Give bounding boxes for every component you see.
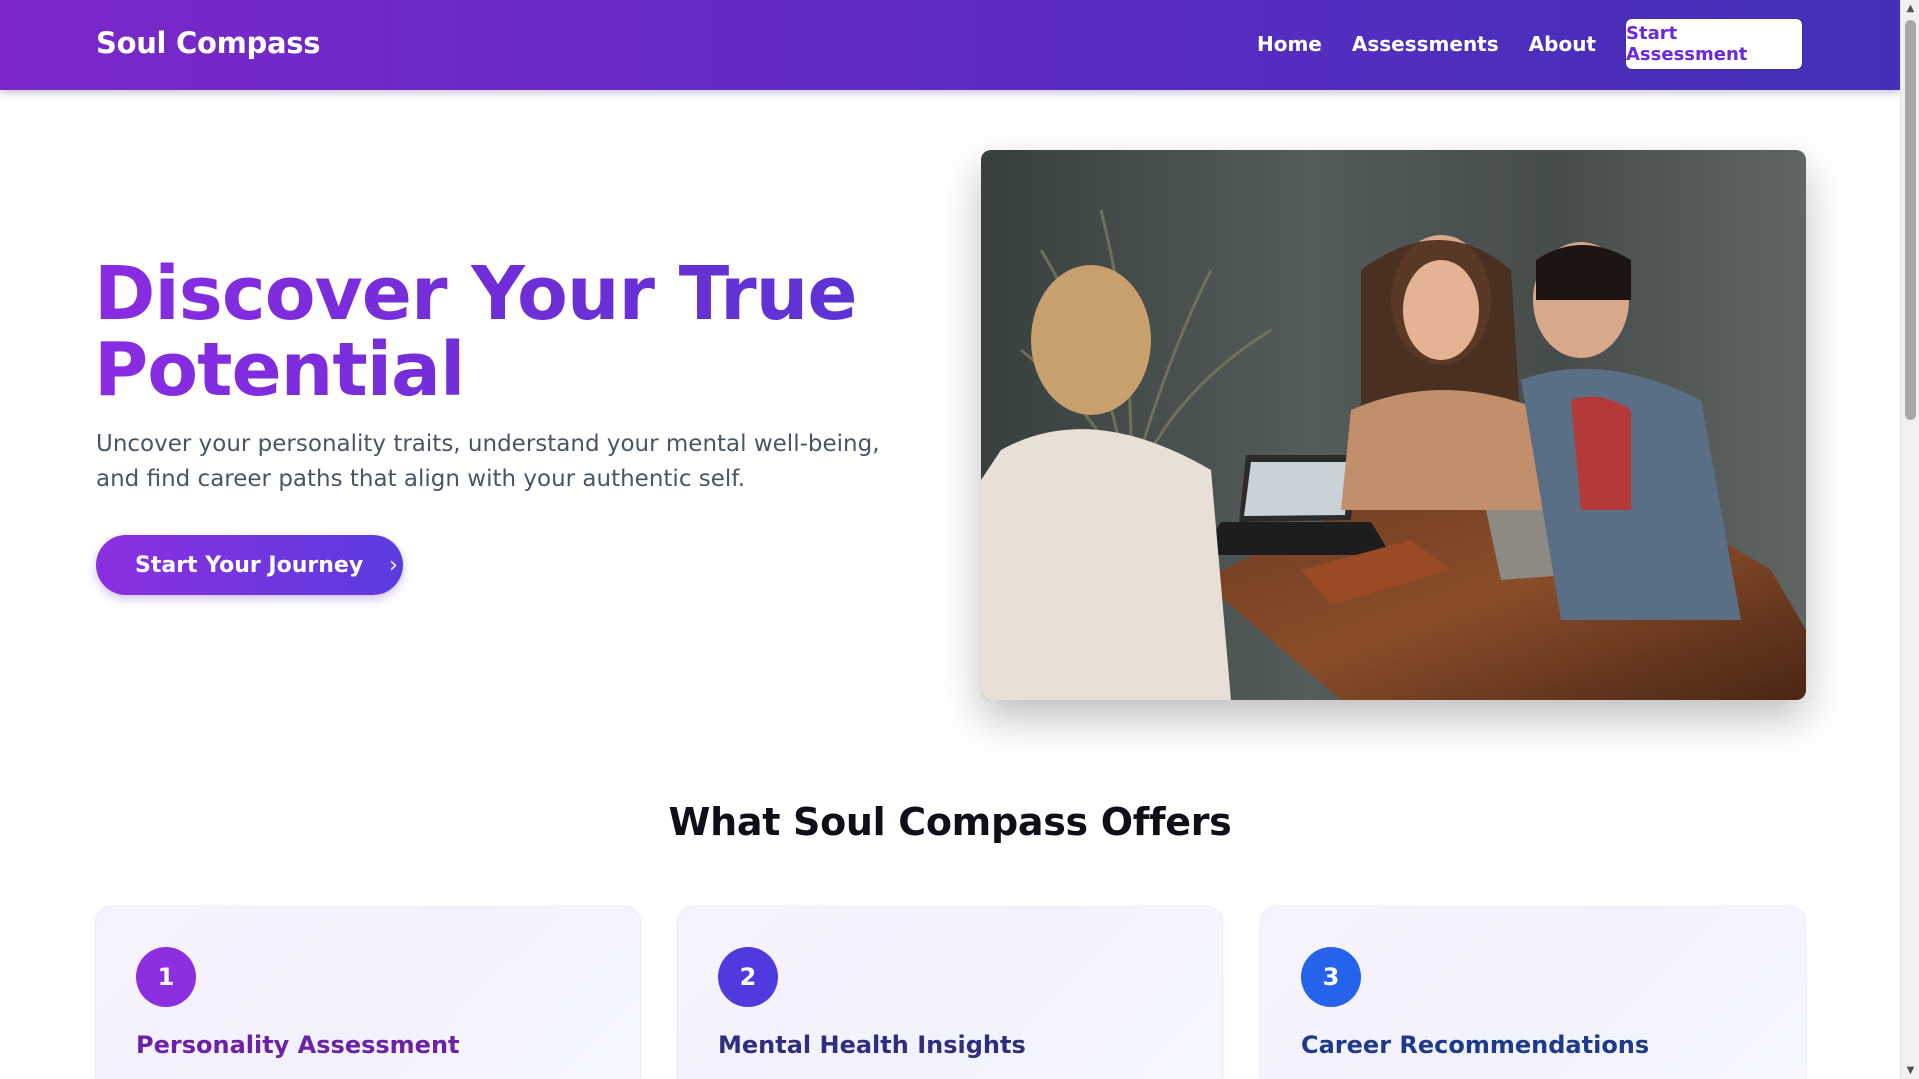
nav-links: Home Assessments About Start Assessment: [1257, 19, 1802, 69]
vertical-scrollbar[interactable]: ▲ ▼: [1900, 0, 1919, 1079]
hero-photo-illustration: [981, 150, 1806, 700]
brand-logo[interactable]: Soul Compass: [96, 26, 320, 60]
offer-card-career[interactable]: 3 Career Recommendations: [1260, 906, 1806, 1079]
offer-number-badge: 2: [718, 947, 778, 1007]
start-assessment-button[interactable]: Start Assessment: [1626, 19, 1802, 69]
page: Soul Compass Home Assessments About Star…: [0, 0, 1900, 1079]
offer-number-badge: 1: [136, 947, 196, 1007]
nav-link-about[interactable]: About: [1529, 19, 1596, 69]
scrollbar-thumb[interactable]: [1905, 20, 1916, 420]
offer-card-title: Personality Assessment: [136, 1031, 460, 1059]
chevron-right-icon: ›: [389, 552, 398, 578]
offer-card-title: Career Recommendations: [1301, 1031, 1650, 1059]
offers-section-title: What Soul Compass Offers: [668, 800, 1232, 844]
hero-image: [981, 150, 1806, 700]
hero-title: Discover Your True Potential: [94, 256, 934, 408]
start-journey-button[interactable]: Start Your Journey ›: [96, 535, 403, 595]
nav-link-home[interactable]: Home: [1257, 19, 1322, 69]
start-journey-label: Start Your Journey: [135, 552, 364, 578]
offer-number-badge: 3: [1301, 947, 1361, 1007]
scroll-up-arrow-icon[interactable]: ▲: [1901, 0, 1919, 17]
top-navbar: Soul Compass Home Assessments About Star…: [0, 0, 1900, 90]
offer-card-title: Mental Health Insights: [718, 1031, 1026, 1059]
nav-link-assessments[interactable]: Assessments: [1352, 19, 1499, 69]
offer-card-mental-health[interactable]: 2 Mental Health Insights: [677, 906, 1223, 1079]
hero-subtitle: Uncover your personality traits, underst…: [96, 431, 880, 492]
scroll-down-arrow-icon[interactable]: ▼: [1901, 1062, 1919, 1079]
offer-card-personality[interactable]: 1 Personality Assessment: [95, 906, 641, 1079]
